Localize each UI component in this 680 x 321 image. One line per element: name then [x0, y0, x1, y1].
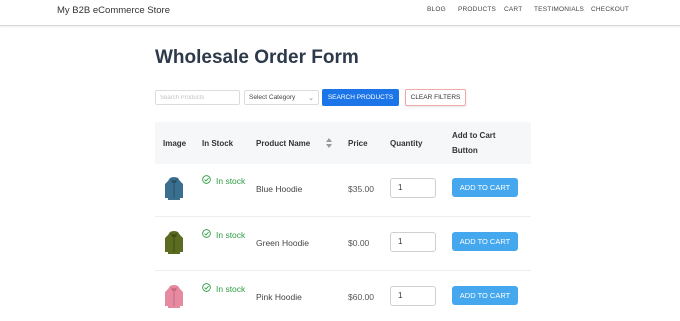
hoodie-image[interactable]: [164, 177, 184, 201]
product-name[interactable]: Green Hoodie: [256, 238, 309, 248]
check-circle-icon: [202, 175, 211, 184]
check-circle-icon: [202, 229, 211, 238]
add-to-cart-button[interactable]: ADD TO CART: [452, 286, 518, 305]
header-add-to-cart-button: Button: [452, 146, 478, 155]
header-product-name[interactable]: Product Name: [256, 139, 310, 148]
search-products-button[interactable]: SEARCH PRODUCTS: [322, 89, 399, 106]
clear-filters-button[interactable]: CLEAR FILTERS: [405, 89, 466, 106]
search-input[interactable]: [155, 90, 240, 105]
header-add-to-cart: Add to Cart: [452, 131, 496, 140]
add-to-cart-button[interactable]: ADD TO CART: [452, 232, 518, 251]
quantity-input[interactable]: 1: [390, 286, 436, 306]
chevron-down-icon: ⌄: [308, 95, 314, 102]
product-price: $0.00: [348, 238, 370, 248]
header-price: Price: [348, 139, 368, 148]
check-circle-icon: [202, 283, 211, 292]
site-header: My B2B eCommerce Store BLOG PRODUCTS CAR…: [0, 0, 680, 26]
sort-icon[interactable]: [326, 138, 332, 148]
hoodie-image[interactable]: [164, 231, 184, 255]
page-title: Wholesale Order Form: [155, 47, 359, 68]
hoodie-image[interactable]: [164, 285, 184, 309]
category-select[interactable]: Select Category ⌄: [244, 90, 319, 105]
header-in-stock: In Stock: [202, 139, 234, 148]
product-name[interactable]: Blue Hoodie: [256, 184, 302, 194]
quantity-input[interactable]: 1: [390, 232, 436, 252]
category-select-value: Select Category: [249, 94, 296, 101]
stock-status: In stock: [216, 284, 246, 294]
nav-cart[interactable]: CART: [504, 6, 522, 13]
add-to-cart-button[interactable]: ADD TO CART: [452, 178, 518, 197]
table-row: In stock Blue Hoodie $35.00 1 ADD TO CAR…: [155, 164, 531, 217]
product-name[interactable]: Pink Hoodie: [256, 292, 302, 302]
table-row: In stock Green Hoodie $0.00 1 ADD TO CAR…: [155, 218, 531, 271]
nav-blog[interactable]: BLOG: [427, 6, 446, 13]
header-image: Image: [163, 139, 187, 148]
product-price: $35.00: [348, 184, 374, 194]
stock-status: In stock: [216, 230, 246, 240]
table-row: In stock Pink Hoodie $60.00 1 ADD TO CAR…: [155, 272, 531, 321]
quantity-input[interactable]: 1: [390, 178, 436, 198]
nav-checkout[interactable]: CHECKOUT: [591, 6, 629, 13]
main-nav: BLOG PRODUCTS CART TESTIMONIALS CHECKOUT: [0, 6, 680, 18]
nav-products[interactable]: PRODUCTS: [458, 6, 496, 13]
product-price: $60.00: [348, 292, 374, 302]
nav-testimonials[interactable]: TESTIMONIALS: [534, 6, 584, 13]
header-quantity: Quantity: [390, 139, 423, 148]
stock-status: In stock: [216, 176, 246, 186]
